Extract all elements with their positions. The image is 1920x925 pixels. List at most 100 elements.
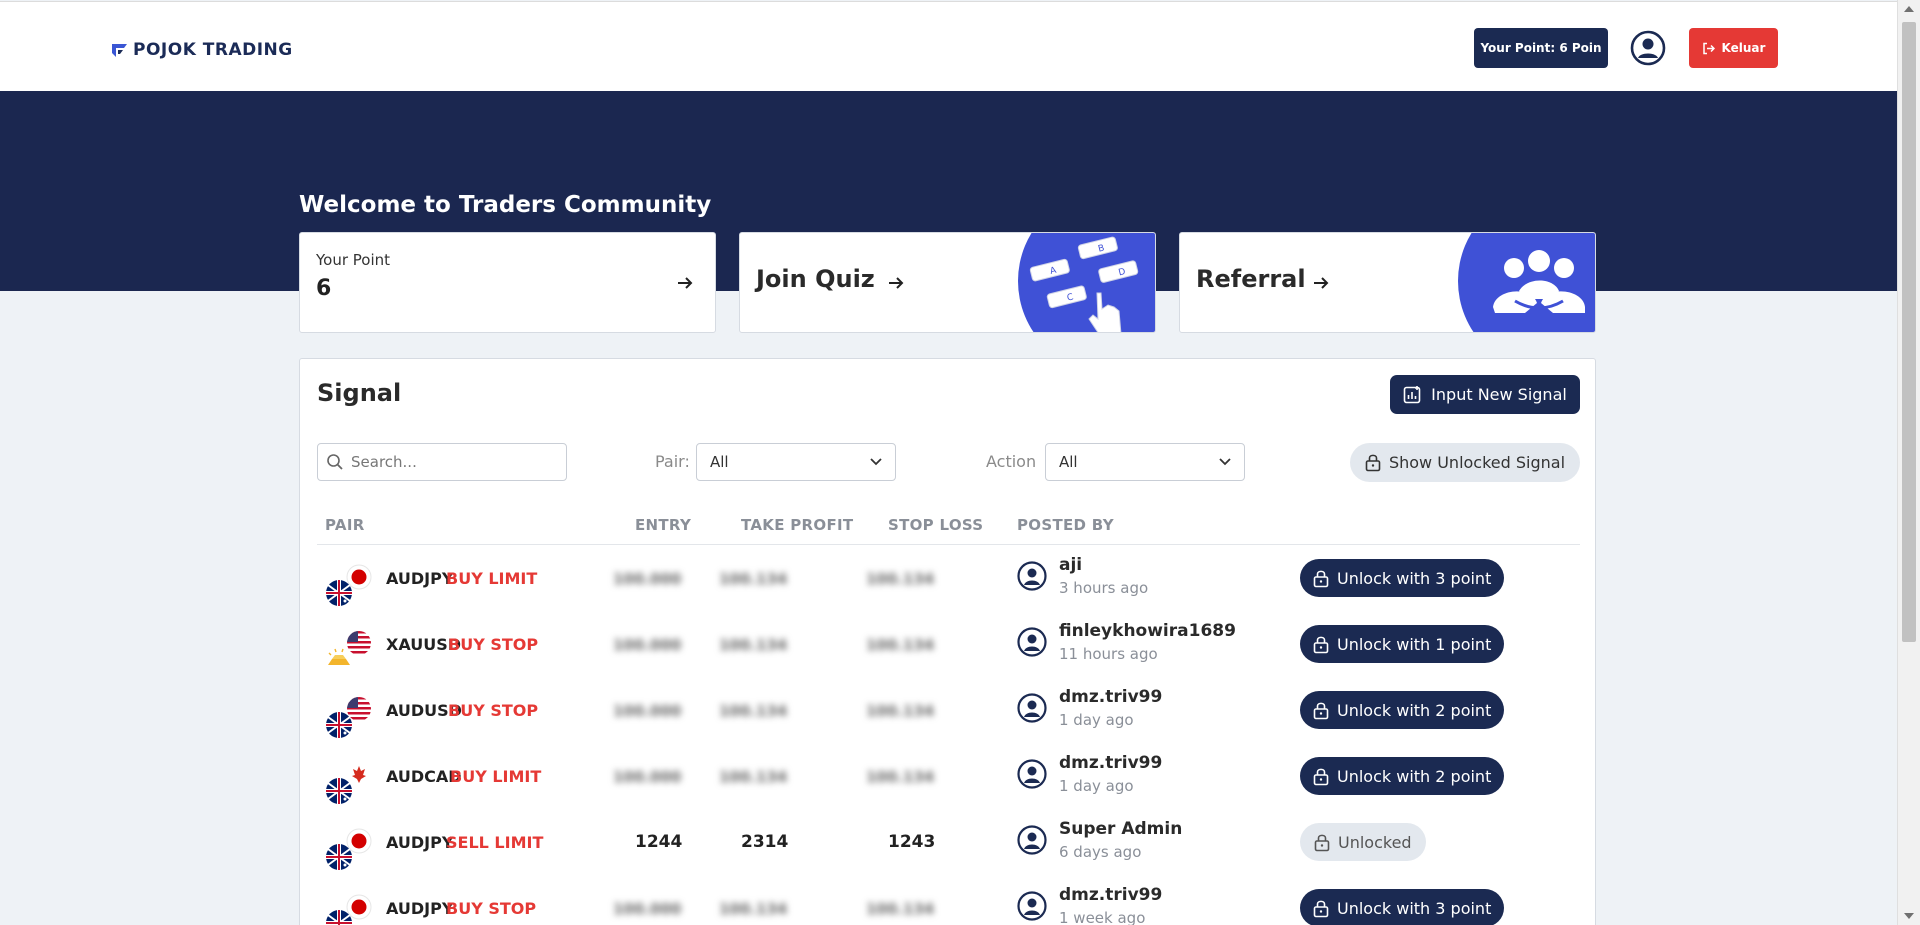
pair-flags-icon: [326, 631, 371, 672]
arrow-right-icon: [1314, 277, 1329, 289]
pair-flags-icon: [326, 894, 372, 925]
entry-hidden: 100.000: [613, 636, 682, 654]
unlock-signal-button[interactable]: Unlock with 2 point: [1300, 691, 1505, 729]
points-badge[interactable]: Your Point: 6 Poin: [1474, 28, 1608, 68]
unlock-signal-button[interactable]: Unlock with 2 point: [1300, 757, 1505, 795]
poster-name[interactable]: dmz.triv99: [1059, 687, 1162, 707]
scroll-up-arrow[interactable]: [1904, 6, 1914, 12]
entry-hidden: 100.000: [613, 570, 682, 588]
brand-logo[interactable]: POJOK TRADING: [111, 40, 293, 60]
search-input[interactable]: [351, 453, 551, 471]
signal-title: Signal: [317, 379, 402, 407]
posted-time: 1 week ago: [1059, 909, 1146, 925]
poster-name[interactable]: dmz.triv99: [1059, 885, 1162, 905]
signal-row: XAUUSD BUY STOP 100.000 100.134 100.134 finle…: [300, 612, 1597, 678]
action-filter-select[interactable]: All: [1045, 443, 1245, 481]
stop-loss-hidden: 100.134: [866, 768, 935, 786]
signal-panel: Signal Input New Signal Pair: All Action…: [299, 358, 1596, 925]
logo-mark-icon: [112, 43, 127, 57]
join-quiz-title: Join Quiz: [756, 265, 875, 293]
user-circle-icon[interactable]: [1630, 30, 1666, 66]
unlock-button-label: Unlock with 2 point: [1337, 766, 1492, 786]
arrow-right-icon: [678, 277, 693, 289]
input-new-signal-label: Input New Signal: [1431, 385, 1567, 404]
lock-icon: [1313, 702, 1329, 719]
chevron-down-icon: [1219, 458, 1231, 466]
pair-flags-icon: [326, 697, 371, 738]
unlock-button-label: Unlock with 1 point: [1337, 634, 1492, 654]
stop-loss-hidden: 100.134: [866, 900, 935, 918]
unlock-signal-button[interactable]: Unlock with 1 point: [1300, 625, 1505, 663]
column-header-posted-by: POSTED BY: [1017, 516, 1114, 534]
user-avatar-icon: [1017, 693, 1047, 723]
referral-title: Referral: [1196, 265, 1306, 293]
logout-label: Keluar: [1721, 41, 1766, 55]
take-profit-hidden: 100.134: [719, 702, 788, 720]
user-avatar-icon: [1017, 825, 1047, 855]
take-profit-hidden: 100.134: [719, 636, 788, 654]
lock-icon: [1313, 768, 1329, 785]
referral-card[interactable]: Referral: [1179, 232, 1596, 333]
entry-hidden: 100.000: [613, 900, 682, 918]
join-quiz-card[interactable]: Join Quiz A B C D: [739, 232, 1156, 333]
scroll-down-arrow[interactable]: [1904, 913, 1914, 919]
entry-hidden: 100.000: [613, 768, 682, 786]
signal-row: AUDJPY SELL LIMIT 1244 2314 1243 Super Admin 6…: [300, 810, 1597, 876]
scroll-thumb[interactable]: [1902, 22, 1916, 642]
search-box[interactable]: [317, 443, 567, 481]
input-new-signal-button[interactable]: Input New Signal: [1390, 375, 1580, 414]
arrow-right-icon: [889, 277, 904, 289]
order-action: BUY LIMIT: [446, 569, 538, 588]
posted-time: 3 hours ago: [1059, 579, 1149, 597]
unlock-signal-button[interactable]: Unlock with 3 point: [1300, 559, 1505, 597]
lock-icon: [1313, 900, 1329, 917]
show-unlocked-signal-label: Show Unlocked Signal: [1388, 453, 1566, 472]
user-avatar-icon: [1017, 759, 1047, 789]
pair-flags-icon: [326, 763, 371, 804]
unlock-button-label: Unlock with 3 point: [1337, 898, 1492, 918]
page-scrollbar[interactable]: [1897, 0, 1920, 925]
lock-icon: [1365, 454, 1381, 472]
take-profit-hidden: 100.134: [719, 900, 788, 918]
column-header-stop-loss: STOP LOSS: [888, 516, 984, 534]
poster-name[interactable]: Super Admin: [1059, 819, 1182, 839]
lock-icon: [1314, 834, 1330, 851]
pair-symbol: AUDJPY: [386, 899, 454, 918]
order-action: BUY LIMIT: [450, 767, 542, 786]
lock-icon: [1313, 570, 1329, 587]
poster-name[interactable]: aji: [1059, 555, 1082, 575]
stop-loss-hidden: 100.134: [866, 570, 935, 588]
unlock-button-label: Unlock with 3 point: [1337, 568, 1492, 588]
user-avatar-icon: [1017, 627, 1047, 657]
take-profit-value: 2314: [741, 832, 789, 852]
logout-button[interactable]: Keluar: [1689, 28, 1778, 68]
poster-name[interactable]: dmz.triv99: [1059, 753, 1162, 773]
your-point-value: 6: [316, 276, 332, 301]
pair-flags-icon: [326, 828, 372, 870]
search-icon: [327, 454, 343, 470]
show-unlocked-signal-button[interactable]: Show Unlocked Signal: [1350, 443, 1580, 482]
column-header-pair: PAIR: [325, 516, 365, 534]
unlock-signal-button[interactable]: Unlock with 3 point: [1300, 889, 1505, 925]
chevron-down-icon: [870, 458, 882, 466]
order-action: BUY STOP: [448, 701, 539, 720]
brand-name: POJOK TRADING: [133, 40, 293, 60]
column-header-entry: ENTRY: [635, 516, 692, 534]
pair-symbol: AUDJPY: [386, 833, 454, 852]
order-action: BUY STOP: [446, 899, 537, 918]
signal-row: AUDCAD BUY LIMIT 100.000 100.134 100.134 dmz.…: [300, 744, 1597, 810]
welcome-heading: Welcome to Traders Community: [299, 192, 712, 218]
signal-row: AUDUSD BUY STOP 100.000 100.134 100.134 dmz.t…: [300, 678, 1597, 744]
pair-filter-label: Pair:: [655, 452, 690, 471]
posted-time: 1 day ago: [1059, 711, 1134, 729]
stop-loss-value: 1243: [888, 832, 936, 852]
take-profit-hidden: 100.134: [719, 570, 788, 588]
your-point-card[interactable]: Your Point 6: [299, 232, 716, 333]
poster-name[interactable]: finleykhowira1689: [1059, 621, 1236, 641]
entry-hidden: 100.000: [613, 702, 682, 720]
action-filter-label: Action: [986, 452, 1037, 471]
referral-people-illustration: [1458, 233, 1595, 332]
entry-value: 1244: [635, 832, 683, 852]
quiz-keys-illustration: A B C D: [1018, 233, 1155, 332]
pair-filter-select[interactable]: All: [696, 443, 896, 481]
